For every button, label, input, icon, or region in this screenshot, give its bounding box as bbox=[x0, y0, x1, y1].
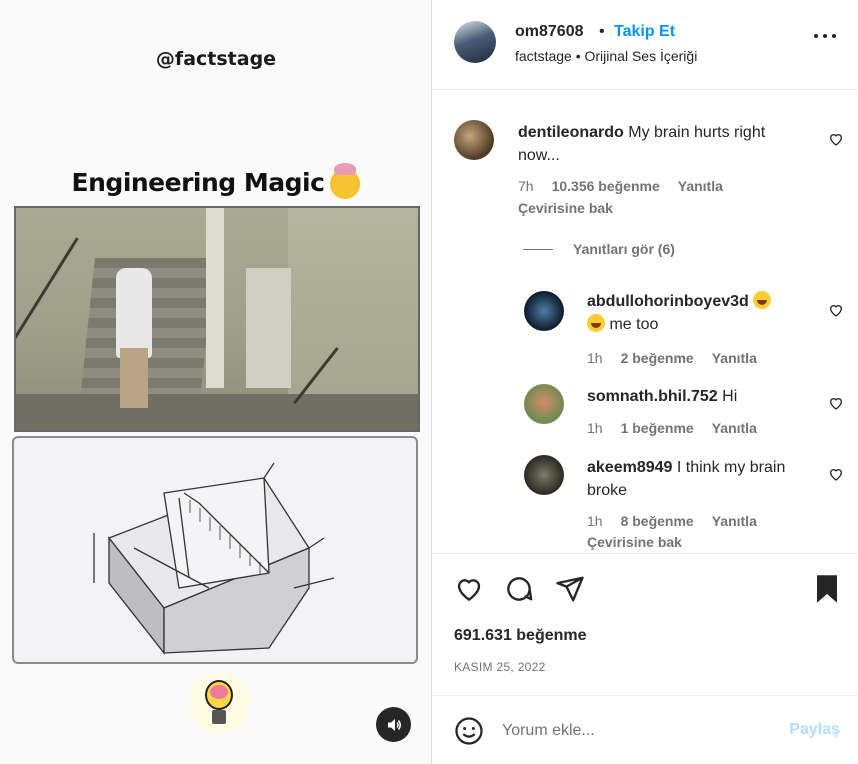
post-comment-button[interactable]: Paylaş bbox=[789, 721, 840, 739]
laughing-emoji-icon bbox=[587, 314, 605, 332]
bookmark-icon[interactable] bbox=[814, 574, 840, 604]
reply-button[interactable]: Yanıtla bbox=[712, 513, 757, 529]
post-header: om87608 • Takip Et factstage • Orijinal … bbox=[432, 0, 858, 90]
mind-blown-emoji-icon bbox=[330, 163, 361, 199]
post-date: KASIM 25, 2022 bbox=[454, 660, 546, 674]
comment-like-heart-icon[interactable] bbox=[828, 131, 844, 147]
comment-likes[interactable]: 10.356 beğenme bbox=[552, 178, 660, 194]
comment-username[interactable]: abdullohorinboyev3d bbox=[587, 293, 749, 310]
like-count[interactable]: 691.631 beğenme bbox=[454, 627, 587, 645]
stairs-photo bbox=[14, 206, 420, 432]
comment-meta: 1h 1 beğenme Yanıtla bbox=[587, 420, 757, 436]
comment-like-heart-icon[interactable] bbox=[828, 302, 844, 318]
view-replies-button[interactable]: Yanıtları gör (6) bbox=[523, 241, 675, 257]
post-details-panel: om87608 • Takip Et factstage • Orijinal … bbox=[432, 0, 858, 764]
media-watermark-handle: @factstage bbox=[155, 48, 277, 70]
sound-toggle-button[interactable] bbox=[376, 707, 411, 742]
replies-divider-line bbox=[523, 248, 553, 250]
comment-username[interactable]: dentileonardo bbox=[518, 124, 624, 141]
more-options-icon[interactable] bbox=[814, 34, 836, 40]
stairs-sketch-drawing bbox=[12, 436, 418, 664]
comment-username[interactable]: akeem8949 bbox=[587, 459, 672, 476]
brain-lightbulb-icon bbox=[186, 670, 252, 736]
reply-button[interactable]: Yanıtla bbox=[678, 178, 723, 194]
see-translation-link[interactable]: Çevirisine bak bbox=[587, 534, 682, 550]
comment-like-heart-icon[interactable] bbox=[828, 395, 844, 411]
comment-text: me too bbox=[609, 316, 659, 333]
header-separator: • bbox=[599, 23, 605, 40]
comments-list: dentileonardo My brain hurts right now..… bbox=[432, 91, 858, 553]
reply-button[interactable]: Yanıtla bbox=[712, 350, 757, 366]
laughing-emoji-icon bbox=[753, 291, 772, 309]
comment-time: 1h bbox=[587, 513, 603, 529]
comment-time: 1h bbox=[587, 350, 603, 366]
commenter-avatar[interactable] bbox=[524, 384, 564, 424]
author-username[interactable]: om87608 bbox=[515, 23, 584, 41]
post-actions: 691.631 beğenme KASIM 25, 2022 bbox=[432, 553, 858, 695]
comment-meta: 1h 8 beğenme Yanıtla bbox=[587, 513, 757, 529]
comment-likes[interactable]: 1 beğenme bbox=[621, 420, 694, 436]
comment-text: Hi bbox=[722, 388, 738, 405]
media-title-text: Engineering Magic bbox=[0, 163, 431, 199]
comment-input[interactable] bbox=[502, 718, 762, 744]
emoji-smile-icon[interactable] bbox=[454, 716, 484, 746]
comment-likes[interactable]: 8 beğenme bbox=[621, 513, 694, 529]
comment-meta: 1h 2 beğenme Yanıtla bbox=[587, 350, 757, 366]
comment-likes[interactable]: 2 beğenme bbox=[621, 350, 694, 366]
audio-subtitle[interactable]: factstage • Orijinal Ses İçeriği bbox=[515, 48, 697, 64]
instagram-post-view: @factstage Engineering Magic om87608 • T… bbox=[0, 0, 858, 764]
commenter-avatar[interactable] bbox=[524, 291, 564, 331]
reply-button[interactable]: Yanıtla bbox=[712, 420, 757, 436]
commenter-avatar[interactable] bbox=[454, 120, 494, 160]
media-title-label: Engineering Magic bbox=[71, 168, 325, 197]
speaker-icon bbox=[387, 718, 401, 731]
comment-icon[interactable] bbox=[504, 574, 534, 604]
comment-time: 1h bbox=[587, 420, 603, 436]
author-avatar[interactable] bbox=[454, 21, 496, 63]
like-heart-icon[interactable] bbox=[454, 574, 484, 604]
view-replies-label: Yanıtları gör (6) bbox=[573, 241, 675, 257]
follow-button[interactable]: Takip Et bbox=[614, 23, 675, 41]
comment-composer: Paylaş bbox=[432, 695, 858, 764]
comment-like-heart-icon[interactable] bbox=[828, 466, 844, 482]
comment-time: 7h bbox=[518, 178, 534, 194]
comment-meta: 7h 10.356 beğenme Yanıtla bbox=[518, 178, 723, 194]
commenter-avatar[interactable] bbox=[524, 455, 564, 495]
post-media[interactable]: @factstage Engineering Magic bbox=[0, 0, 432, 764]
share-icon[interactable] bbox=[555, 574, 585, 604]
see-translation-link[interactable]: Çevirisine bak bbox=[518, 200, 613, 216]
comment-username[interactable]: somnath.bhil.752 bbox=[587, 388, 718, 405]
